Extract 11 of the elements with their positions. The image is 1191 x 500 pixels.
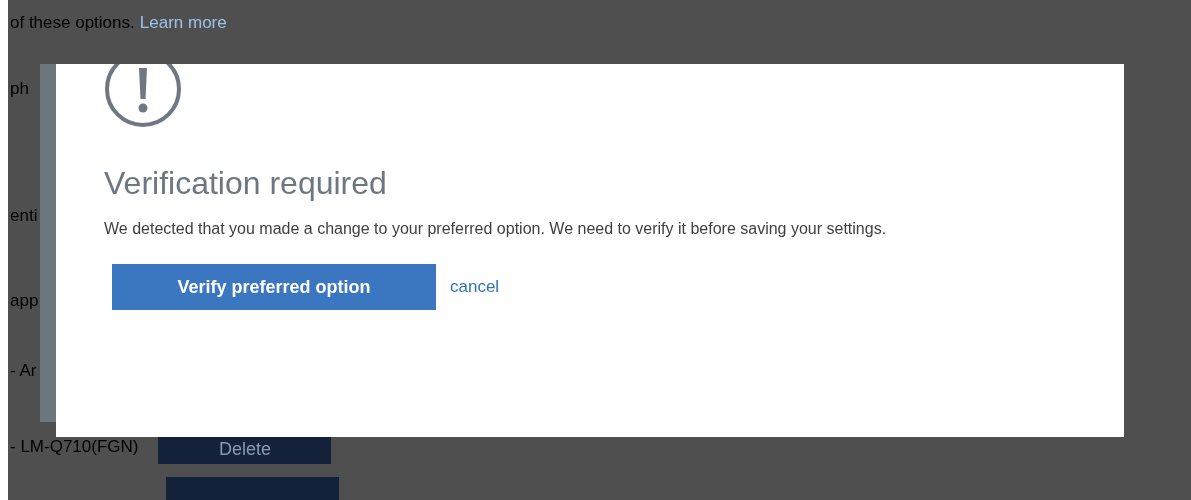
dialog-message: We detected that you made a change to your preferred option. We need to verify it before saving your settings. [104,219,888,239]
row-label: ph [10,78,29,101]
cancel-link[interactable]: cancel [450,274,500,300]
row-label: - Ar [10,360,37,383]
learn-more-link[interactable]: Learn more [139,10,227,36]
row-label: enti [10,205,38,228]
row-label: - LM-Q710(FGN) [10,436,139,459]
row-label: app [10,290,39,313]
dialog-title: Verification required [104,164,388,203]
verify-button[interactable]: Verify preferred option [112,264,436,310]
intro-text: of these options. [10,12,135,35]
